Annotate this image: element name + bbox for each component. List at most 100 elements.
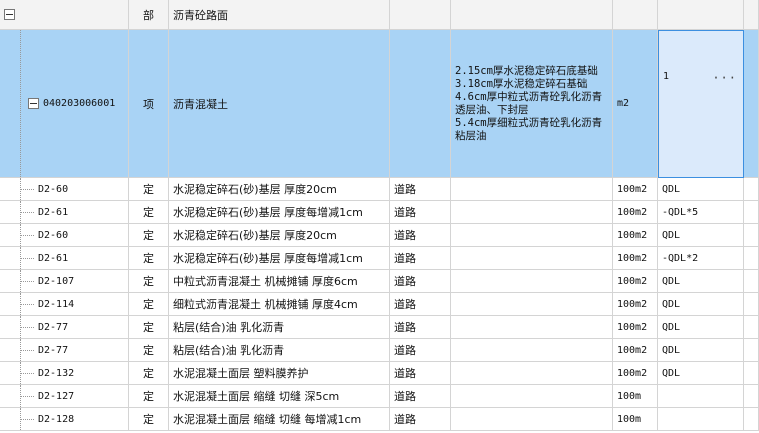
spec-cell[interactable]: 道路 bbox=[390, 201, 451, 224]
spec-cell[interactable]: 道路 bbox=[390, 293, 451, 316]
type-cell[interactable]: 定 bbox=[129, 178, 169, 201]
table-row[interactable]: D2-127 定水泥混凝土面层 缩缝 切缝 深5cm 道路 100m bbox=[0, 385, 759, 408]
type-cell[interactable]: 项 bbox=[129, 30, 169, 178]
qty-cell[interactable]: QDL bbox=[658, 339, 744, 362]
spec-cell[interactable]: 道路 bbox=[390, 408, 451, 431]
desc-cell[interactable] bbox=[451, 408, 613, 431]
table-row[interactable]: D2-77 定粘层(结合)油 乳化沥青 道路 100m2 QDL bbox=[0, 316, 759, 339]
qty-cell[interactable]: QDL bbox=[658, 316, 744, 339]
table-row-selected[interactable]: 040203006001 项 沥青混凝土 2.15cm厚水泥稳定碎石底基础 3.… bbox=[0, 30, 759, 178]
qty-cell[interactable] bbox=[658, 385, 744, 408]
name-cell[interactable]: 水泥混凝土面层 缩缝 切缝 每增减1cm bbox=[169, 408, 390, 431]
unit-cell[interactable]: 100m2 bbox=[613, 270, 658, 293]
table-row-section[interactable]: 部 沥青砼路面 bbox=[0, 0, 759, 30]
spec-cell[interactable]: 道路 bbox=[390, 362, 451, 385]
unit-cell[interactable]: 100m2 bbox=[613, 247, 658, 270]
unit-cell[interactable]: 100m2 bbox=[613, 316, 658, 339]
unit-cell[interactable]: 100m2 bbox=[613, 293, 658, 316]
desc-cell[interactable] bbox=[451, 247, 613, 270]
type-cell[interactable]: 定 bbox=[129, 293, 169, 316]
type-cell[interactable]: 定 bbox=[129, 362, 169, 385]
code-cell[interactable]: D2-127 bbox=[0, 385, 129, 408]
qty-cell[interactable]: QDL bbox=[658, 224, 744, 247]
name-cell[interactable]: 水泥稳定碎石(砂)基层 厚度每增减1cm bbox=[169, 201, 390, 224]
table-row[interactable]: D2-77 定粘层(结合)油 乳化沥青 道路 100m2 QDL bbox=[0, 339, 759, 362]
spec-cell[interactable] bbox=[390, 0, 451, 30]
spec-cell[interactable]: 道路 bbox=[390, 224, 451, 247]
qty-cell[interactable]: QDL bbox=[658, 293, 744, 316]
spec-cell[interactable]: 道路 bbox=[390, 270, 451, 293]
table-row[interactable]: D2-114 定细粒式沥青混凝土 机械摊铺 厚度4cm 道路 100m2 QDL bbox=[0, 293, 759, 316]
code-cell[interactable]: D2-60 bbox=[0, 224, 129, 247]
qty-cell[interactable]: QDL bbox=[658, 270, 744, 293]
more-button[interactable]: ··· bbox=[712, 71, 737, 85]
table-row[interactable]: D2-61 定水泥稳定碎石(砂)基层 厚度每增减1cm 道路 100m2 -QDL*2 bbox=[0, 247, 759, 270]
spec-cell[interactable]: 道路 bbox=[390, 316, 451, 339]
code-cell[interactable]: D2-77 bbox=[0, 339, 129, 362]
name-cell[interactable]: 粘层(结合)油 乳化沥青 bbox=[169, 339, 390, 362]
code-cell[interactable]: D2-114 bbox=[0, 293, 129, 316]
type-cell[interactable]: 部 bbox=[129, 0, 169, 30]
name-cell[interactable]: 水泥混凝土面层 缩缝 切缝 深5cm bbox=[169, 385, 390, 408]
unit-cell[interactable]: 100m2 bbox=[613, 362, 658, 385]
collapse-icon[interactable] bbox=[4, 9, 15, 20]
desc-cell[interactable] bbox=[451, 339, 613, 362]
unit-cell[interactable]: 100m bbox=[613, 385, 658, 408]
name-cell[interactable]: 水泥稳定碎石(砂)基层 厚度20cm bbox=[169, 224, 390, 247]
unit-cell[interactable]: m2 bbox=[613, 30, 658, 178]
name-cell[interactable]: 中粒式沥青混凝土 机械摊铺 厚度6cm bbox=[169, 270, 390, 293]
table-row[interactable]: D2-61 定水泥稳定碎石(砂)基层 厚度每增减1cm 道路 100m2 -QDL*5 bbox=[0, 201, 759, 224]
code-cell[interactable]: D2-107 bbox=[0, 270, 129, 293]
name-cell[interactable]: 水泥混凝土面层 塑料膜养护 bbox=[169, 362, 390, 385]
desc-cell[interactable] bbox=[451, 316, 613, 339]
desc-cell[interactable] bbox=[451, 224, 613, 247]
name-cell[interactable]: 水泥稳定碎石(砂)基层 厚度20cm bbox=[169, 178, 390, 201]
type-cell[interactable]: 定 bbox=[129, 316, 169, 339]
type-cell[interactable]: 定 bbox=[129, 408, 169, 431]
spec-cell[interactable]: 道路 bbox=[390, 247, 451, 270]
qty-cell[interactable] bbox=[658, 0, 744, 30]
desc-cell[interactable] bbox=[451, 201, 613, 224]
type-cell[interactable]: 定 bbox=[129, 201, 169, 224]
qty-cell[interactable]: -QDL*5 bbox=[658, 201, 744, 224]
desc-cell[interactable] bbox=[451, 385, 613, 408]
table-row[interactable]: D2-107 定中粒式沥青混凝土 机械摊铺 厚度6cm 道路 100m2 QDL bbox=[0, 270, 759, 293]
unit-cell[interactable]: 100m2 bbox=[613, 339, 658, 362]
type-cell[interactable]: 定 bbox=[129, 270, 169, 293]
spec-cell[interactable]: 道路 bbox=[390, 178, 451, 201]
name-cell[interactable]: 细粒式沥青混凝土 机械摊铺 厚度4cm bbox=[169, 293, 390, 316]
unit-cell[interactable]: 100m bbox=[613, 408, 658, 431]
desc-cell[interactable] bbox=[451, 293, 613, 316]
type-cell[interactable]: 定 bbox=[129, 247, 169, 270]
code-cell[interactable]: D2-60 bbox=[0, 178, 129, 201]
desc-cell[interactable] bbox=[451, 362, 613, 385]
code-cell[interactable]: D2-132 bbox=[0, 362, 129, 385]
name-cell[interactable]: 粘层(结合)油 乳化沥青 bbox=[169, 316, 390, 339]
spec-cell[interactable]: 道路 bbox=[390, 385, 451, 408]
code-cell[interactable]: D2-61 bbox=[0, 201, 129, 224]
code-cell[interactable] bbox=[0, 0, 129, 30]
name-cell[interactable]: 沥青混凝土 bbox=[169, 30, 390, 178]
qty-cell[interactable] bbox=[658, 408, 744, 431]
qty-cell[interactable]: QDL bbox=[658, 362, 744, 385]
collapse-icon[interactable] bbox=[28, 98, 39, 109]
name-cell[interactable]: 水泥稳定碎石(砂)基层 厚度每增减1cm bbox=[169, 247, 390, 270]
desc-cell[interactable] bbox=[451, 270, 613, 293]
unit-cell[interactable]: 100m2 bbox=[613, 224, 658, 247]
qty-cell[interactable]: -QDL*2 bbox=[658, 247, 744, 270]
spec-cell[interactable] bbox=[390, 30, 451, 178]
code-cell[interactable]: 040203006001 bbox=[0, 30, 129, 178]
qty-cell[interactable]: QDL bbox=[658, 178, 744, 201]
type-cell[interactable]: 定 bbox=[129, 385, 169, 408]
qty-cell-editing[interactable]: 1 ··· bbox=[658, 30, 744, 178]
name-cell[interactable]: 沥青砼路面 bbox=[169, 0, 390, 30]
type-cell[interactable]: 定 bbox=[129, 224, 169, 247]
spec-cell[interactable]: 道路 bbox=[390, 339, 451, 362]
unit-cell[interactable]: 100m2 bbox=[613, 201, 658, 224]
table-row[interactable]: D2-132 定水泥混凝土面层 塑料膜养护 道路 100m2 QDL bbox=[0, 362, 759, 385]
type-cell[interactable]: 定 bbox=[129, 339, 169, 362]
desc-cell[interactable]: 2.15cm厚水泥稳定碎石底基础 3.18cm厚水泥稳定碎石基础 4.6cm厚中… bbox=[451, 30, 613, 178]
code-cell[interactable]: D2-128 bbox=[0, 408, 129, 431]
unit-cell[interactable] bbox=[613, 0, 658, 30]
unit-cell[interactable]: 100m2 bbox=[613, 178, 658, 201]
